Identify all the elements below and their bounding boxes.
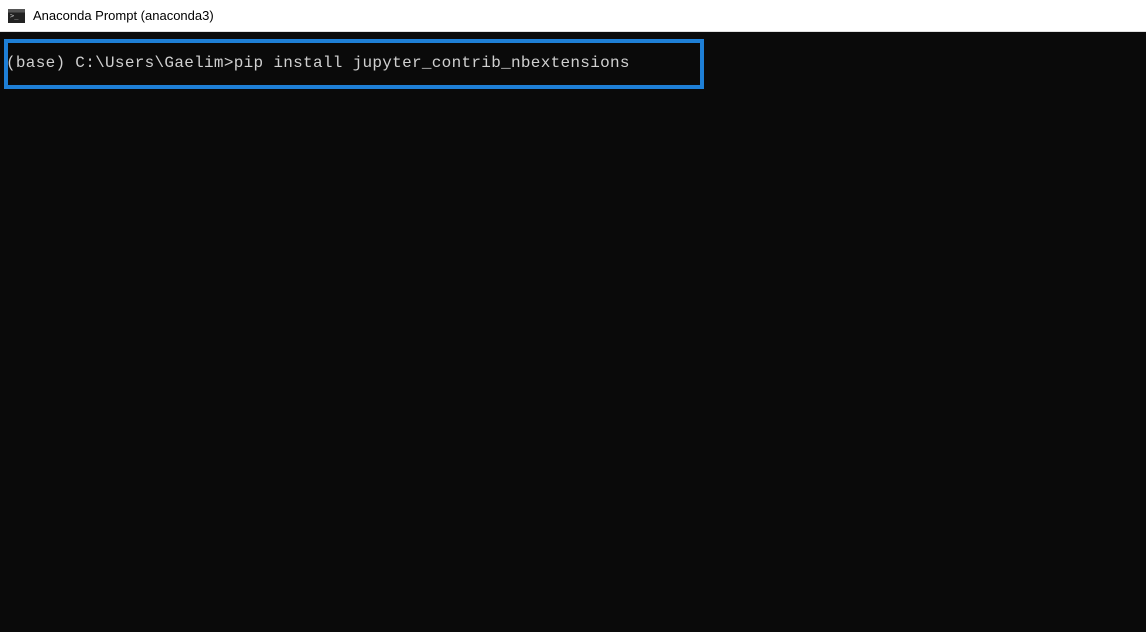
window-title: Anaconda Prompt (anaconda3)	[33, 8, 214, 23]
terminal-icon	[8, 9, 25, 23]
terminal-line: (base) C:\Users\Gaelim>pip install jupyt…	[2, 38, 1144, 88]
terminal-body[interactable]: (base) C:\Users\Gaelim>pip install jupyt…	[0, 32, 1146, 632]
terminal-command: pip install jupyter_contrib_nbextensions	[234, 54, 630, 72]
terminal-prompt: (base) C:\Users\Gaelim>	[6, 54, 234, 72]
window-title-bar[interactable]: Anaconda Prompt (anaconda3)	[0, 0, 1146, 32]
